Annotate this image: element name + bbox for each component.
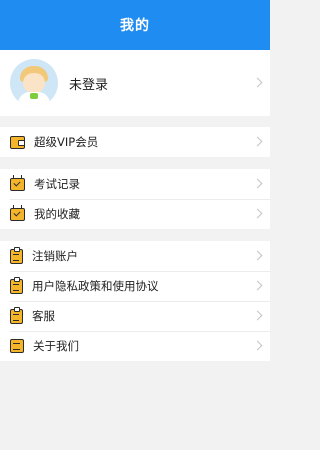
chevron-right-icon: [252, 178, 263, 189]
account-group: 注销账户 用户隐私政策和使用协议 客服 关于我们: [0, 241, 270, 361]
chevron-right-icon: [252, 77, 263, 88]
menu-item-exam-records[interactable]: 考试记录: [0, 169, 270, 199]
chevron-right-icon: [252, 340, 263, 351]
notes-icon: [10, 339, 24, 353]
menu-item-label: 超级VIP会员: [34, 135, 99, 149]
menu-item-about-us[interactable]: 关于我们: [0, 331, 270, 361]
records-group: 考试记录 我的收藏: [0, 169, 270, 229]
menu-item-vip[interactable]: 超级VIP会员: [0, 127, 270, 157]
vip-group: 超级VIP会员: [0, 127, 270, 157]
menu-item-label: 用户隐私政策和使用协议: [32, 279, 159, 293]
profile-card[interactable]: 未登录: [0, 50, 270, 116]
menu-item-label: 关于我们: [33, 339, 79, 353]
clipboard-icon: [10, 306, 23, 324]
clipboard-icon: [10, 246, 23, 264]
header-bar: 我的: [0, 0, 270, 50]
chevron-right-icon: [252, 136, 263, 147]
menu-item-favorites[interactable]: 我的收藏: [0, 199, 270, 229]
menu-item-label: 我的收藏: [34, 207, 80, 221]
menu-item-label: 考试记录: [34, 177, 80, 191]
login-status: 未登录: [69, 77, 109, 93]
chevron-right-icon: [252, 250, 263, 261]
chevron-right-icon: [252, 208, 263, 219]
menu-item-label: 客服: [32, 309, 55, 323]
menu-item-privacy-policy[interactable]: 用户隐私政策和使用协议: [0, 271, 270, 301]
chevron-right-icon: [252, 280, 263, 291]
menu-item-customer-service[interactable]: 客服: [0, 301, 270, 331]
avatar[interactable]: [10, 59, 58, 107]
wallet-icon: [10, 135, 25, 149]
page-title: 我的: [120, 18, 150, 34]
calendar-check-icon: [10, 174, 25, 191]
menu-item-delete-account[interactable]: 注销账户: [0, 241, 270, 271]
menu-item-label: 注销账户: [32, 249, 78, 263]
chevron-right-icon: [252, 310, 263, 321]
calendar-check-icon: [10, 204, 25, 221]
clipboard-icon: [10, 276, 23, 294]
